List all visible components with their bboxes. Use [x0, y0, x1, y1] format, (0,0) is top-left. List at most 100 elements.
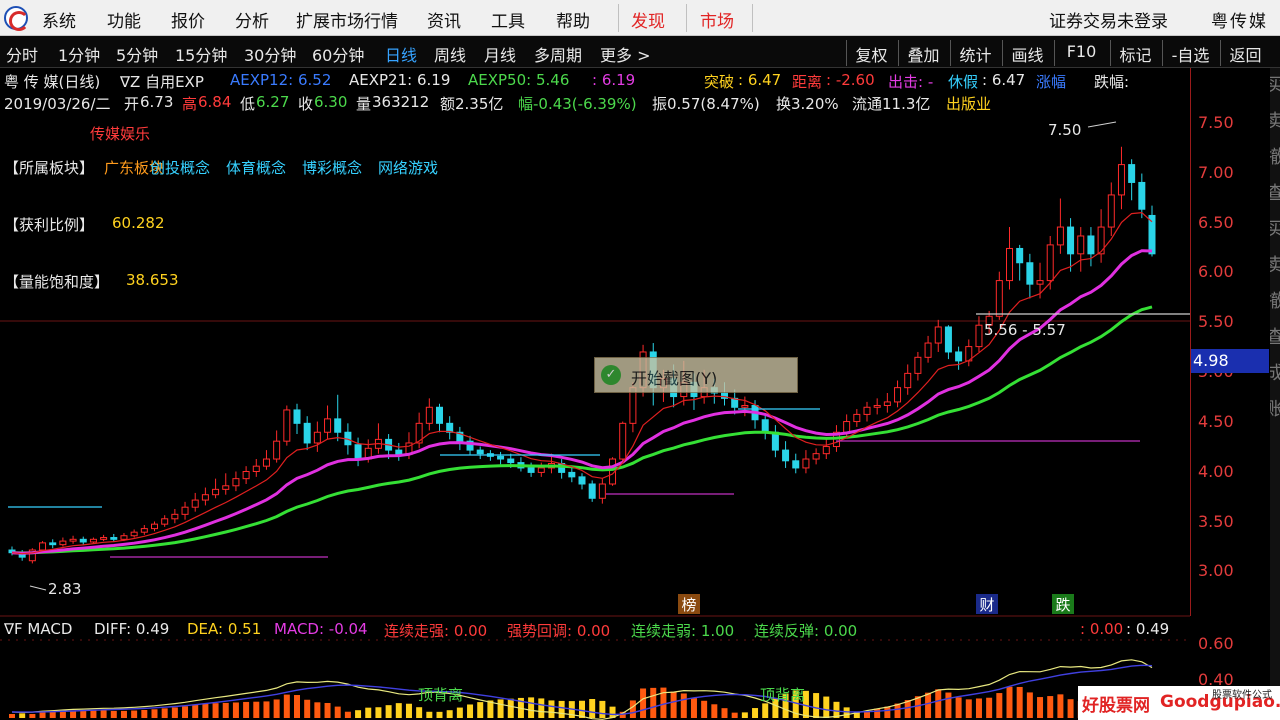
candle-body — [161, 518, 169, 525]
candle-body — [232, 478, 240, 487]
candle-body — [212, 488, 220, 496]
side-tab[interactable]: 买 — [1270, 212, 1280, 248]
candle-body — [507, 458, 515, 464]
signal-pullback: 强势回调: 0.00 — [507, 622, 611, 640]
candle-body — [914, 356, 922, 374]
macd-bar — [39, 712, 46, 718]
watermark-brand: 好股票网 — [1082, 696, 1150, 716]
macd-bar — [986, 697, 993, 718]
candle-body — [262, 458, 270, 467]
side-tab[interactable]: 查 — [1270, 320, 1280, 356]
sector-item[interactable]: 博彩概念 — [302, 157, 362, 178]
candle-body — [252, 465, 260, 473]
candle-body — [313, 431, 321, 444]
sector-item[interactable]: 网络游戏 — [378, 157, 438, 178]
side-tab[interactable]: 查 — [1270, 176, 1280, 212]
macd-bar — [171, 707, 178, 718]
candle-body — [89, 538, 97, 543]
macd-bar — [965, 699, 972, 718]
side-tab[interactable]: 卖 — [1270, 104, 1280, 140]
candle-body — [1128, 164, 1136, 183]
price-axis — [1190, 68, 1270, 616]
side-tab-strip[interactable]: 买 卖 撤 查 买 卖 撤 查 成 账 — [1270, 68, 1280, 720]
macd-bar — [314, 702, 321, 718]
moving-averages — [11, 211, 1153, 555]
candle-body — [1107, 194, 1115, 228]
sector-label: 【所属板块】 — [4, 159, 95, 177]
macd-bar — [385, 705, 392, 718]
macd-bar — [80, 710, 87, 718]
candle-body — [130, 531, 138, 537]
candle-body — [334, 418, 342, 433]
candle-body — [863, 406, 871, 415]
capture-tooltip[interactable]: ✓ 开始截图(Y) — [594, 357, 798, 393]
candle-body — [191, 499, 199, 508]
macd-bar — [813, 693, 820, 718]
candle-body — [181, 506, 189, 515]
candle-body — [69, 538, 77, 542]
ranking-badge[interactable]: 榜 — [678, 594, 700, 614]
macd-bar — [222, 702, 229, 718]
side-tab[interactable]: 撤 — [1270, 284, 1280, 320]
low-price-label: 2.83 — [48, 580, 82, 598]
candle-body — [527, 467, 535, 473]
side-tab[interactable]: 买 — [1270, 68, 1280, 104]
y-tick: 4.00 — [1198, 462, 1234, 481]
macd-bar — [629, 700, 636, 718]
macd-bar — [446, 710, 453, 718]
capture-label: 开始截图(Y) — [631, 369, 718, 388]
candle-body — [822, 446, 830, 455]
macd-bar — [467, 704, 474, 718]
macd-bar — [1006, 686, 1013, 718]
divergence-label: 顶背离 — [418, 686, 464, 704]
candle-body — [1077, 235, 1085, 255]
category-label: 传媒娱乐 — [90, 125, 151, 143]
macd-bar — [1067, 699, 1074, 718]
macd-bar — [243, 701, 250, 718]
macd-bar — [365, 707, 372, 718]
y-tick: 3.00 — [1198, 561, 1234, 580]
macd-bar — [100, 710, 107, 718]
side-tab[interactable]: 成 — [1270, 356, 1280, 392]
macd-title[interactable]: ∇F MACD — [4, 620, 72, 638]
macd-bar — [131, 710, 138, 718]
finance-badge[interactable]: 财 — [976, 594, 998, 614]
candle-body — [975, 324, 983, 348]
macd-bar — [996, 693, 1003, 718]
macd-bar — [589, 699, 596, 718]
candle-body — [1138, 181, 1146, 210]
macd-bar — [273, 699, 280, 718]
low-pointer — [29, 585, 47, 591]
current-price-tag: 4.98 — [1191, 349, 1269, 373]
candle-body — [303, 422, 311, 444]
sector-item[interactable]: 创投概念 — [150, 157, 210, 178]
candle-body — [39, 542, 47, 551]
candle-body — [171, 513, 179, 520]
macd-bar — [324, 702, 331, 718]
macd-bar — [395, 703, 402, 718]
candle-body — [924, 342, 932, 358]
profit-ratio-value: 60.282 — [112, 214, 165, 232]
macd-bar — [334, 706, 341, 718]
candle-body — [425, 406, 433, 424]
candle-body — [883, 401, 891, 406]
macd-bar — [283, 694, 290, 718]
side-tab[interactable]: 账 — [1270, 392, 1280, 428]
side-tab[interactable]: 撤 — [1270, 140, 1280, 176]
candle-body — [1046, 244, 1054, 282]
sector-item[interactable]: 体育概念 — [226, 157, 286, 178]
candle-body — [802, 458, 810, 469]
candle-body — [944, 326, 952, 353]
macd-bar — [477, 702, 484, 718]
candle-body — [242, 471, 250, 480]
side-tab[interactable]: 卖 — [1270, 248, 1280, 284]
candle-body — [49, 542, 57, 546]
macd-bar — [232, 702, 239, 718]
macd-bar — [538, 698, 545, 718]
macd-bar — [212, 703, 219, 718]
fall-badge[interactable]: 跌 — [1052, 594, 1074, 614]
macd-bar — [253, 701, 260, 718]
macd-bar — [935, 689, 942, 718]
macd-bar — [49, 711, 56, 718]
candle-body — [904, 372, 912, 389]
